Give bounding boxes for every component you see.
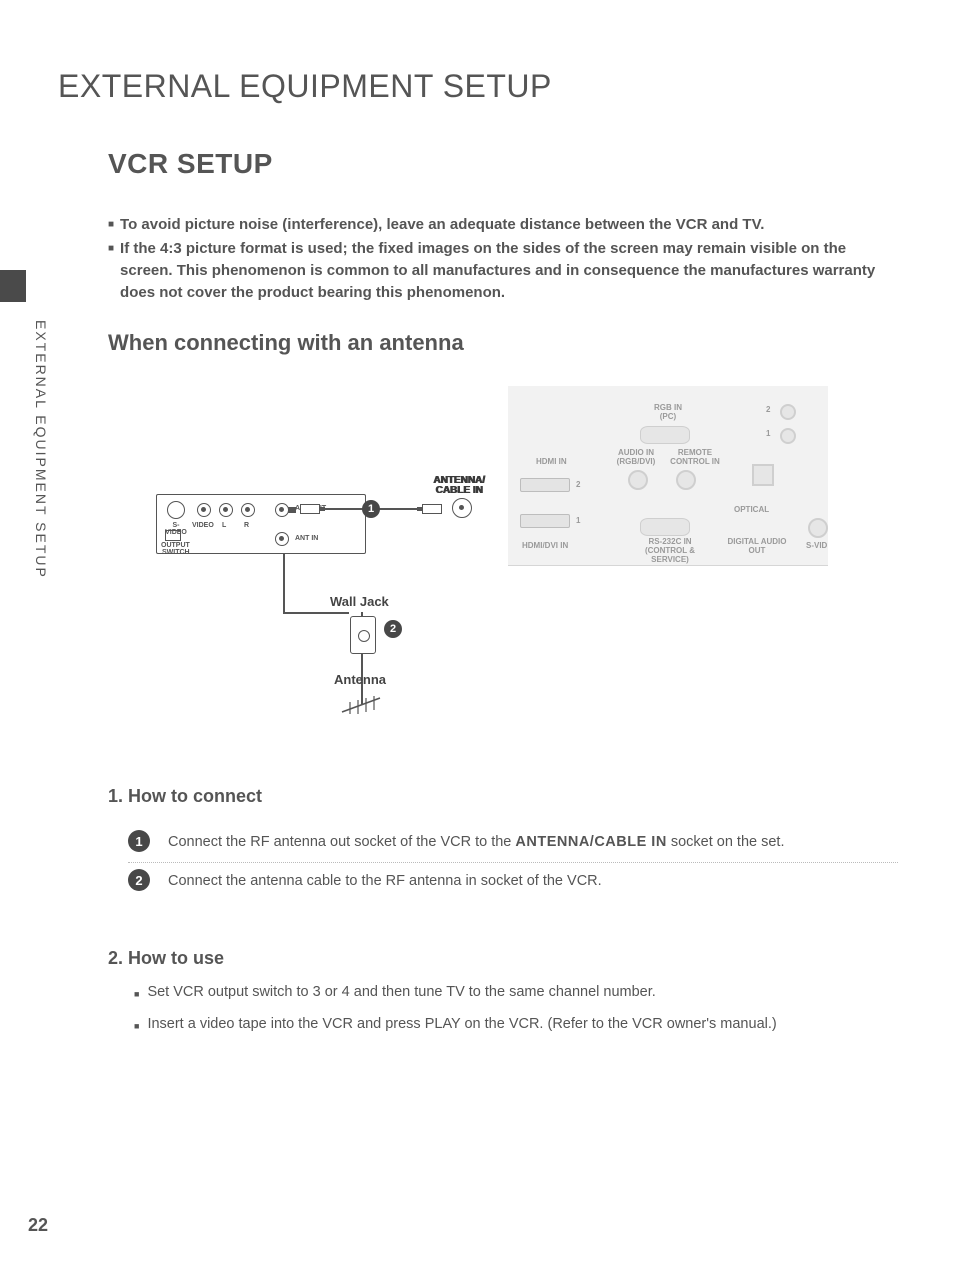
connection-diagram: S-VIDEO VIDEO L R ANT OUT ANT IN OUTPUT … <box>108 376 828 756</box>
coax-connector-icon <box>452 498 472 518</box>
component-2-port-icon <box>780 404 796 420</box>
cable-plug-icon <box>300 504 320 514</box>
rgb-pc-port-icon <box>640 426 690 444</box>
how-to-connect-title: 1. How to connect <box>108 786 262 807</box>
audio-r-port-icon <box>241 503 255 517</box>
callout-2: 2 <box>384 620 402 638</box>
wall-jack-label: Wall Jack <box>330 594 389 609</box>
audio-l-label: L <box>222 522 226 529</box>
svid-label: S-VID <box>806 542 827 551</box>
audio-in-sub-label: (RGB/DVI) <box>614 458 658 467</box>
antenna-symbol-icon <box>340 692 386 716</box>
rs232-sub-label: (CONTROL & SERVICE) <box>630 547 710 565</box>
hdmi-slot-2-icon <box>520 478 570 492</box>
antenna-label: Antenna <box>334 672 386 687</box>
connect-step: 2 Connect the antenna cable to the RF an… <box>128 863 898 901</box>
connect-step: 1 Connect the RF antenna out socket of t… <box>128 824 898 863</box>
use-item-1: Set VCR output switch to 3 or 4 and then… <box>147 984 655 1004</box>
svideo-tv-port-icon <box>808 518 828 538</box>
sidebar-vertical-label: EXTERNAL EQUIPMENT SETUP <box>33 320 49 579</box>
tv-back-panel: HDMI IN 2 1 HDMI/DVI IN RGB IN (PC) AUDI… <box>508 386 828 566</box>
control-in-label: CONTROL IN <box>670 458 720 467</box>
step-text-1: Connect the RF antenna out socket of the… <box>168 830 784 852</box>
ant-in-label: ANT IN <box>295 535 318 542</box>
wall-jack-icon <box>350 616 376 654</box>
ant-in-port-icon <box>275 532 289 546</box>
wire <box>283 612 349 614</box>
svideo-label: S-VIDEO <box>163 522 189 537</box>
callout-1: 1 <box>362 500 380 518</box>
video-port-icon <box>197 503 211 517</box>
cable-plug-icon <box>422 504 442 514</box>
component-1-port-icon <box>780 428 796 444</box>
bullet-icon: ■ <box>108 214 114 236</box>
bullet-icon: ■ <box>108 238 114 303</box>
audio-in-port-icon <box>628 470 648 490</box>
output-switch-label-2: SWITCH <box>162 549 190 556</box>
intro-bullet-2: If the 4:3 picture format is used; the f… <box>120 238 888 303</box>
rgb-pc-label: (PC) <box>648 413 688 422</box>
video-label: VIDEO <box>192 522 214 529</box>
remote-control-port-icon <box>676 470 696 490</box>
hdmi-in-label: HDMI IN <box>536 458 567 467</box>
svideo-port-icon <box>167 501 185 519</box>
intro-block: ■ To avoid picture noise (interference), … <box>108 214 888 305</box>
how-to-use-title: 2. How to use <box>108 948 224 969</box>
component-2-label: 2 <box>766 406 770 415</box>
intro-bullet-1: To avoid picture noise (interference), l… <box>120 214 764 236</box>
bullet-icon: ■ <box>134 1016 139 1036</box>
audio-l-port-icon <box>219 503 233 517</box>
page-title: EXTERNAL EQUIPMENT SETUP <box>58 68 552 105</box>
hdmi-dvi-in-label: HDMI/DVI IN <box>522 542 568 551</box>
optical-label: OPTICAL <box>734 506 769 515</box>
antenna-cable-in-label-2: CABLE IN <box>434 486 486 496</box>
ant-out-port-icon <box>275 503 289 517</box>
section-title: VCR SETUP <box>108 148 273 180</box>
subsection-title: When connecting with an antenna <box>108 330 464 356</box>
bullet-icon: ■ <box>134 984 139 1004</box>
digital-audio-sub-label: OUT <box>722 547 792 556</box>
hdmi-slot-1-icon <box>520 514 570 528</box>
optical-port-icon <box>752 464 774 486</box>
hdmi-2-label: 2 <box>576 481 580 490</box>
step-number-1: 1 <box>128 830 150 852</box>
page-number: 22 <box>28 1215 48 1236</box>
connect-steps: 1 Connect the RF antenna out socket of t… <box>128 824 898 902</box>
use-item-2: Insert a video tape into the VCR and pre… <box>147 1016 776 1036</box>
step-number-2: 2 <box>128 869 150 891</box>
rs232-port-icon <box>640 518 690 536</box>
step-text-2: Connect the antenna cable to the RF ante… <box>168 869 602 891</box>
vcr-back-panel: S-VIDEO VIDEO L R ANT OUT ANT IN OUTPUT … <box>156 494 366 554</box>
sidebar-tab <box>0 270 26 302</box>
hdmi-1-label: 1 <box>576 517 580 526</box>
wire <box>283 554 285 614</box>
audio-r-label: R <box>244 522 249 529</box>
component-1-label: 1 <box>766 430 770 439</box>
use-list: ■ Set VCR output switch to 3 or 4 and the… <box>134 984 894 1048</box>
